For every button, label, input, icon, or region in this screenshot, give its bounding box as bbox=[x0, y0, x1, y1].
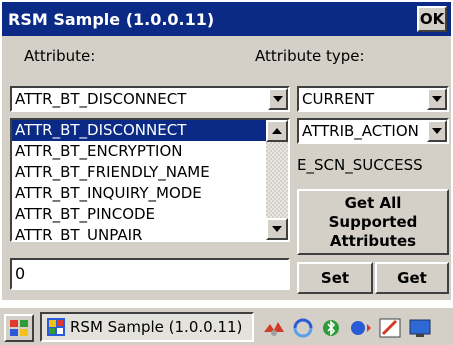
taskbar-app-button[interactable]: RSM Sample (1.0.0.11) bbox=[40, 312, 254, 342]
taskbar: RSM Sample (1.0.0.11) bbox=[0, 306, 453, 345]
attribute-list-scrollbar[interactable] bbox=[266, 120, 288, 240]
chevron-down-icon bbox=[272, 226, 282, 232]
attribute-action-dropdown-button[interactable] bbox=[427, 120, 447, 142]
edit-icon[interactable] bbox=[378, 317, 402, 339]
volume-icon[interactable] bbox=[348, 318, 372, 338]
sync-icon[interactable] bbox=[292, 318, 314, 338]
client-area: Attribute: Attribute type: ATTR_BT_DISCO… bbox=[2, 36, 451, 300]
app-icon bbox=[47, 318, 65, 336]
chevron-down-icon bbox=[432, 128, 442, 134]
chevron-down-icon bbox=[273, 96, 283, 102]
scroll-up-button[interactable] bbox=[266, 120, 288, 142]
attribute-combo-dropdown-button[interactable] bbox=[268, 88, 288, 110]
scroll-down-button[interactable] bbox=[266, 218, 288, 240]
attribute-combo[interactable]: ATTR_BT_DISCONNECT bbox=[10, 86, 290, 112]
taskbar-app-label: RSM Sample (1.0.0.11) bbox=[70, 318, 243, 336]
ok-button[interactable]: OK bbox=[417, 6, 447, 32]
attribute-action-combo-value: ATTRIB_ACTION bbox=[302, 122, 419, 140]
attribute-list[interactable]: ATTR_BT_DISCONNECT ATTR_BT_ENCRYPTION ATTR… bbox=[10, 118, 290, 242]
list-item[interactable]: ATTR_BT_PINCODE bbox=[12, 204, 266, 225]
network-icon[interactable] bbox=[262, 318, 286, 338]
attribute-combo-value: ATTR_BT_DISCONNECT bbox=[15, 90, 187, 108]
list-item[interactable]: ATTR_BT_FRIENDLY_NAME bbox=[12, 162, 266, 183]
chevron-up-icon bbox=[272, 128, 282, 134]
attribute-label: Attribute: bbox=[24, 47, 96, 65]
start-button[interactable] bbox=[4, 314, 34, 342]
system-tray bbox=[262, 314, 438, 342]
desktop-icon[interactable] bbox=[408, 317, 432, 339]
set-button[interactable]: Set bbox=[297, 262, 373, 294]
bluetooth-icon[interactable] bbox=[320, 318, 342, 338]
status-text: E_SCN_SUCCESS bbox=[297, 156, 423, 174]
attribute-type-combo-value: CURRENT bbox=[302, 90, 375, 108]
attribute-list-items: ATTR_BT_DISCONNECT ATTR_BT_ENCRYPTION ATTR… bbox=[12, 120, 266, 240]
list-item[interactable]: ATTR_BT_UNPAIR bbox=[12, 225, 266, 240]
list-item[interactable]: ATTR_BT_ENCRYPTION bbox=[12, 141, 266, 162]
app-window: RSM Sample (1.0.0.11) OK Attribute: Attr… bbox=[0, 0, 453, 345]
windows-flag-icon bbox=[10, 320, 28, 336]
get-all-supported-attributes-button[interactable]: Get All Supported Attributes bbox=[297, 189, 449, 255]
value-input[interactable]: 0 bbox=[10, 258, 290, 290]
attribute-type-dropdown-button[interactable] bbox=[427, 88, 447, 110]
attribute-type-label: Attribute type: bbox=[255, 47, 365, 65]
list-item[interactable]: ATTR_BT_INQUIRY_MODE bbox=[12, 183, 266, 204]
list-item[interactable]: ATTR_BT_DISCONNECT bbox=[12, 120, 266, 141]
attribute-action-combo[interactable]: ATTRIB_ACTION bbox=[297, 118, 449, 144]
chevron-down-icon bbox=[432, 96, 442, 102]
title-bar: RSM Sample (1.0.0.11) OK bbox=[2, 2, 451, 36]
get-button[interactable]: Get bbox=[375, 262, 449, 294]
window-title: RSM Sample (1.0.0.11) bbox=[8, 9, 215, 29]
attribute-type-combo[interactable]: CURRENT bbox=[297, 86, 449, 112]
